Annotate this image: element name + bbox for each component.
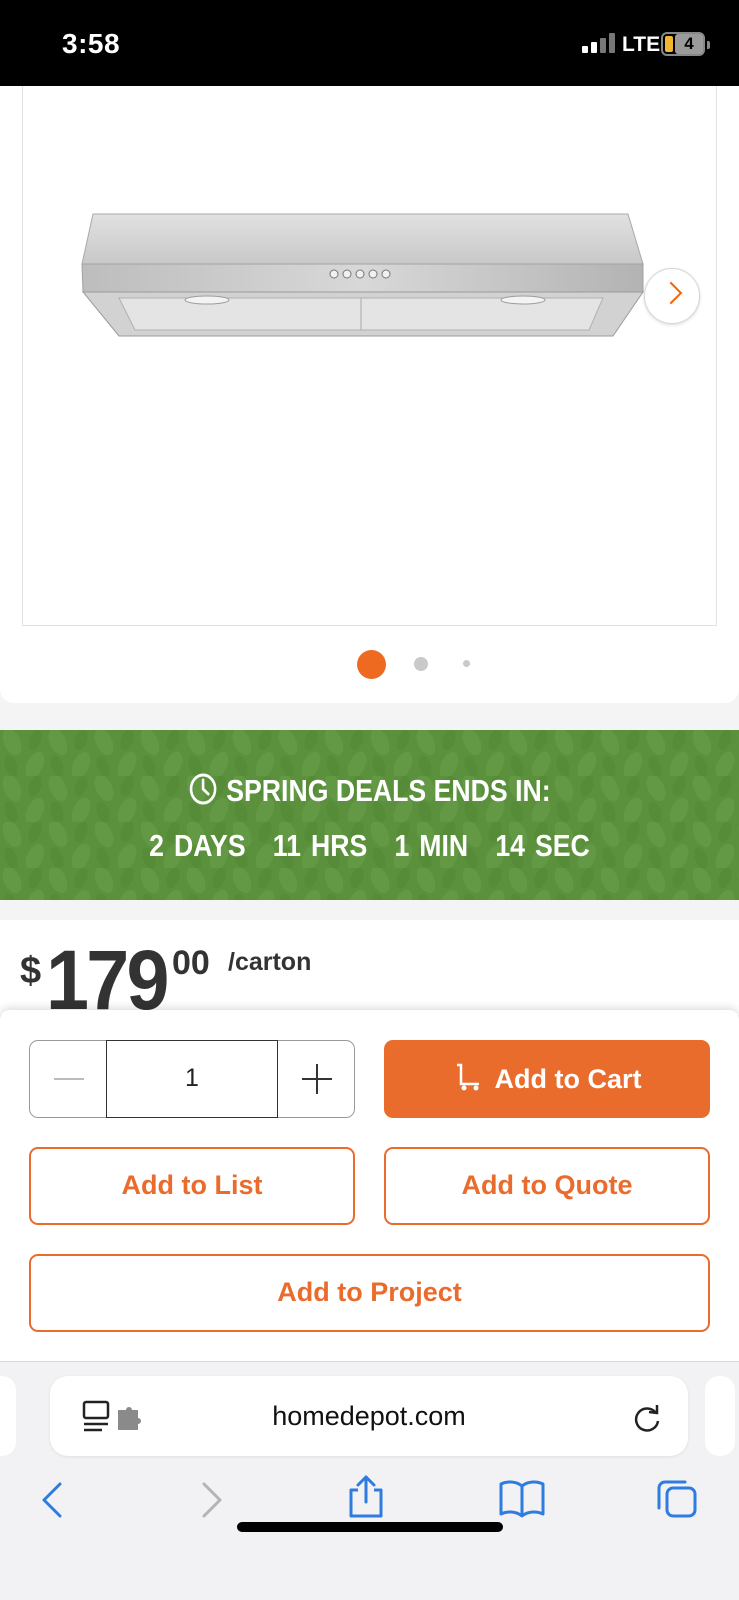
quantity-increase-button[interactable] [280,1041,354,1116]
forward-icon[interactable] [196,1480,226,1520]
product-image[interactable] [22,86,717,626]
countdown-seconds: 14 SEC [495,828,590,863]
back-icon[interactable] [38,1480,68,1520]
carousel-dot[interactable] [463,660,470,667]
add-to-cart-label: Add to Cart [494,1064,642,1094]
add-to-project-button[interactable]: Add to Project [29,1254,710,1332]
carousel-dot-active[interactable] [357,650,386,679]
battery-icon: 4 [661,32,710,56]
battery-level: 4 [675,34,703,54]
url-text: homedepot.com [272,1401,466,1431]
browser-toolbar: homedepot.com [0,1361,739,1600]
next-tab-preview[interactable] [705,1376,735,1456]
price-unit: /carton [228,948,312,976]
tabs-icon[interactable] [655,1476,699,1520]
purchase-actions: 1 Add to Cart Add to List Add to Quote A… [0,1010,739,1361]
cart-icon [456,1063,479,1091]
bookmarks-icon[interactable] [498,1478,546,1518]
address-bar[interactable]: homedepot.com [50,1376,688,1456]
reload-icon[interactable] [632,1401,662,1433]
promo-countdown: 2 DAYS 11 HRS 1 MIN 14 SEC [52,828,688,864]
leaf-pattern [0,730,739,900]
add-to-list-button[interactable]: Add to List [29,1147,355,1225]
share-icon[interactable] [346,1474,386,1520]
previous-tab-preview[interactable] [0,1376,16,1456]
price-currency: $ [20,950,42,992]
promo-title-text: SPRING DEALS ENDS IN: [226,773,551,808]
price-section: $ 179 00 /carton [0,920,739,1027]
status-time: 3:58 [62,28,121,59]
network-type: LTE [622,33,661,56]
price-cents: 00 [172,944,210,982]
next-image-button[interactable] [644,268,700,324]
status-bar: 3:58 LTE 4 [0,0,739,86]
clock-icon [189,773,217,805]
promo-banner: SPRING DEALS ENDS IN: 2 DAYS 11 HRS 1 MI… [0,730,739,900]
home-indicator[interactable] [237,1522,503,1532]
range-hood-image [81,213,644,337]
carousel-dot[interactable] [414,657,428,671]
cellular-signal-icon [582,33,616,53]
add-to-quote-button[interactable]: Add to Quote [384,1147,710,1225]
promo-title: SPRING DEALS ENDS IN: [52,772,688,809]
quantity-stepper: 1 [29,1039,355,1118]
countdown-hours: 11 HRS [272,828,368,863]
add-to-cart-button[interactable]: Add to Cart [384,1040,710,1118]
quantity-decrease-button[interactable] [30,1041,106,1116]
product-media-section [0,86,739,703]
countdown-days: 2 DAYS [149,828,246,863]
countdown-minutes: 1 MIN [394,828,469,863]
chevron-right-icon [659,281,683,305]
quantity-input[interactable]: 1 [106,1039,278,1118]
